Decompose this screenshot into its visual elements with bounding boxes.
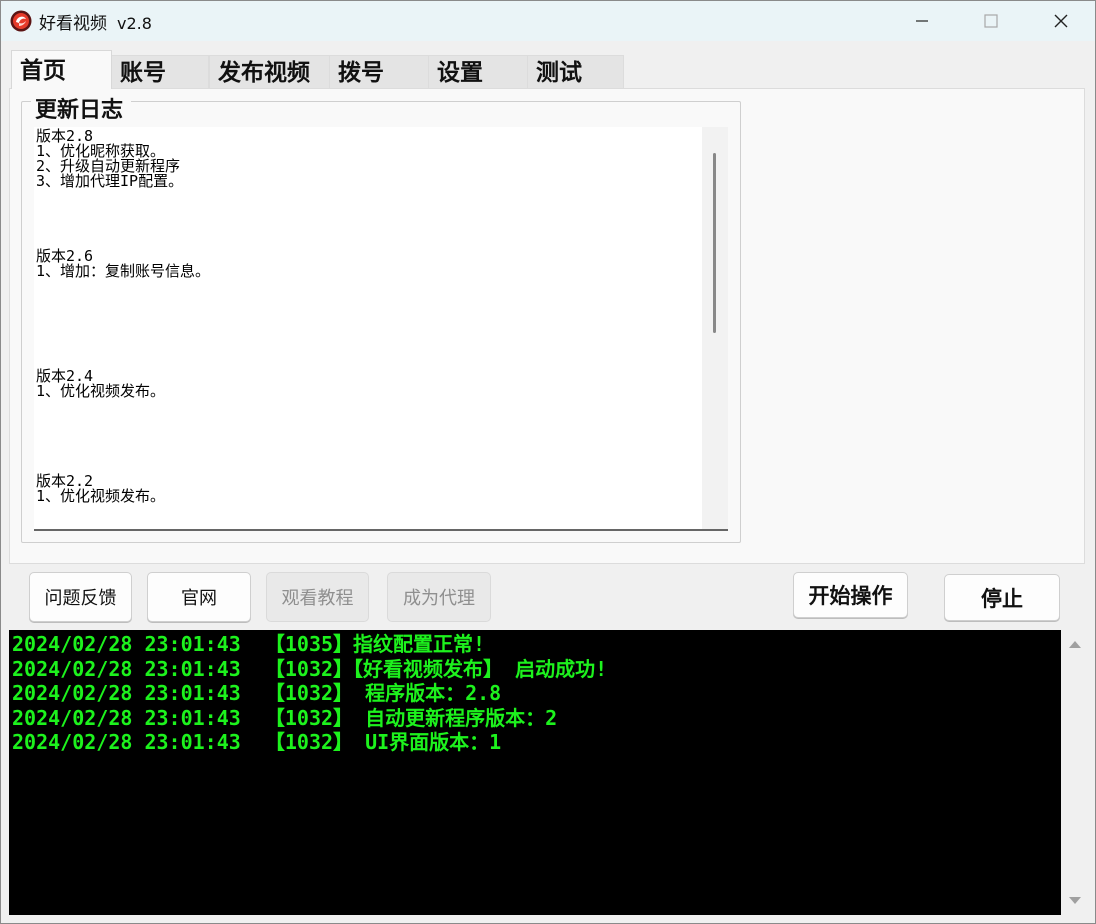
maximize-button[interactable] bbox=[968, 1, 1014, 41]
become-agent-button[interactable]: 成为代理 bbox=[387, 572, 491, 622]
scroll-up-arrow-icon[interactable] bbox=[1069, 641, 1081, 648]
app-window: 好看视频 v2.8 首页 账号 发布视频 拨号 设置 测试 更新日志 版本2.8 … bbox=[0, 0, 1096, 924]
log-line: 2024/02/28 23:01:43 【1032】 自动更新程序版本：2 bbox=[12, 705, 558, 730]
changelog-scrollbar-thumb[interactable] bbox=[713, 153, 716, 333]
tab-bar: 首页 账号 发布视频 拨号 设置 测试 bbox=[1, 41, 1095, 89]
tab-test[interactable]: 测试 bbox=[527, 55, 624, 88]
maximize-icon bbox=[984, 14, 998, 28]
tab-settings[interactable]: 设置 bbox=[428, 55, 528, 88]
scroll-down-arrow-icon[interactable] bbox=[1069, 897, 1081, 904]
changelog-textarea[interactable]: 版本2.8 1、优化昵称获取。 2、升级自动更新程序 3、增加代理IP配置。 版… bbox=[34, 127, 728, 531]
tab-publish-video[interactable]: 发布视频 bbox=[209, 55, 330, 88]
log-line: 2024/02/28 23:01:43 【1032】 程序版本：2.8 bbox=[12, 681, 502, 705]
window-title-text: 好看视频 bbox=[39, 14, 107, 34]
tab-accounts[interactable]: 账号 bbox=[111, 55, 209, 88]
website-button[interactable]: 官网 bbox=[147, 572, 251, 622]
window-title: 好看视频 v2.8 bbox=[39, 9, 152, 34]
changelog-text: 版本2.8 1、优化昵称获取。 2、升级自动更新程序 3、增加代理IP配置。 版… bbox=[36, 127, 211, 505]
log-line: 2024/02/28 23:01:43 【1032】 UI界面版本：1 bbox=[12, 730, 502, 754]
window-version: v2.8 bbox=[117, 14, 152, 33]
log-text: 2024/02/28 23:01:43 【1035】指纹配置正常! 2024/0… bbox=[9, 630, 1087, 755]
log-console[interactable]: 2024/02/28 23:01:43 【1035】指纹配置正常! 2024/0… bbox=[9, 630, 1087, 915]
changelog-scrollbar[interactable] bbox=[702, 127, 728, 529]
app-logo-icon bbox=[10, 10, 32, 32]
log-line: 2024/02/28 23:01:43 【1032】【好看视频发布】 启动成功! bbox=[12, 656, 608, 681]
minimize-button[interactable] bbox=[899, 1, 945, 41]
tab-dialup[interactable]: 拨号 bbox=[329, 55, 429, 88]
stop-button[interactable]: 停止 bbox=[944, 574, 1060, 621]
log-scrollbar[interactable] bbox=[1061, 630, 1087, 915]
feedback-button[interactable]: 问题反馈 bbox=[29, 572, 132, 622]
title-bar[interactable]: 好看视频 v2.8 bbox=[1, 1, 1095, 41]
log-line: 2024/02/28 23:01:43 【1035】指纹配置正常! bbox=[12, 632, 486, 656]
minimize-icon bbox=[916, 20, 928, 22]
tab-home[interactable]: 首页 bbox=[11, 50, 112, 89]
start-button[interactable]: 开始操作 bbox=[793, 572, 908, 618]
changelog-title: 更新日志 bbox=[31, 97, 132, 125]
close-button[interactable] bbox=[1038, 1, 1084, 41]
close-icon bbox=[1054, 14, 1068, 28]
tutorial-button[interactable]: 观看教程 bbox=[266, 572, 369, 622]
